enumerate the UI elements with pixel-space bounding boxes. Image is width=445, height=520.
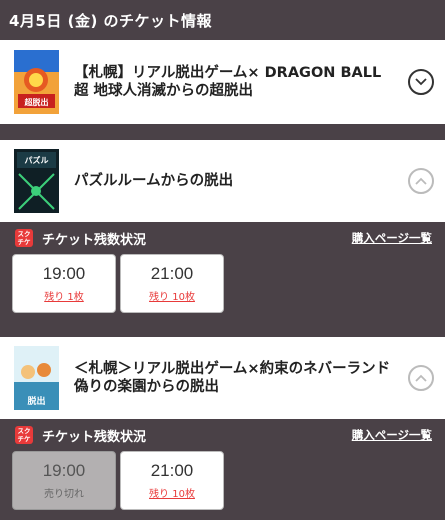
logo-text-bottom: チケ <box>17 435 31 443</box>
sukuchike-logo: スク チケ <box>15 426 33 444</box>
time-slot[interactable]: 21:00 残り 10枚 <box>120 254 224 313</box>
ticket-section-puzzle-room: スク チケ チケット残数状況 購入ページ一覧 19:00 残り 1枚 21:00… <box>0 222 445 337</box>
date-header-text: 4月5日 (金) のチケット情報 <box>9 11 213 30</box>
time-slots: 19:00 売り切れ 21:00 残り 10枚 <box>0 451 445 510</box>
slot-status: 売り切れ <box>44 489 84 500</box>
event-thumbnail: 超脱出 <box>14 50 59 114</box>
svg-text:脱出: 脱出 <box>27 395 45 407</box>
time-slot[interactable]: 19:00 残り 1枚 <box>12 254 116 313</box>
ticket-bar-left: スク チケ チケット残数状況 <box>15 426 146 445</box>
chevron-up-icon[interactable] <box>408 365 434 391</box>
event-row-dragonball[interactable]: 超脱出 【札幌】リアル脱出ゲーム× DRAGON BALL超 地球人消滅からの超… <box>0 40 445 124</box>
svg-text:超脱出: 超脱出 <box>24 97 49 107</box>
event-title[interactable]: ＜札幌＞リアル脱出ゲーム×約束のネバーランド 偽りの楽園からの脱出 <box>74 360 394 396</box>
slot-remaining[interactable]: 残り 1枚 <box>44 288 84 303</box>
ticket-bar: スク チケ チケット残数状況 購入ページ一覧 <box>0 222 445 254</box>
ticket-heading: チケット残数状況 <box>42 232 147 248</box>
date-header: 4月5日 (金) のチケット情報 <box>0 0 445 40</box>
slot-time: 21:00 <box>150 264 194 283</box>
ticket-bar-left: スク チケ チケット残数状況 <box>15 229 146 248</box>
ticket-bar: スク チケ チケット残数状況 購入ページ一覧 <box>0 419 445 451</box>
logo-text-bottom: チケ <box>17 238 31 246</box>
event-thumbnail: 脱出 <box>14 346 59 410</box>
ticket-section-neverland: スク チケ チケット残数状況 購入ページ一覧 19:00 売り切れ 21:00 … <box>0 419 445 510</box>
logo-text-top: スク <box>17 427 31 435</box>
event-row-puzzle-room[interactable]: パズル パズルルームからの脱出 <box>0 140 445 222</box>
event-title[interactable]: 【札幌】リアル脱出ゲーム× DRAGON BALL超 地球人消滅からの超脱出 <box>74 64 394 100</box>
time-slots: 19:00 残り 1枚 21:00 残り 10枚 <box>0 254 445 313</box>
event-thumbnail: パズル <box>14 149 59 213</box>
slot-time: 19:00 <box>42 264 86 283</box>
chevron-up-icon[interactable] <box>408 168 434 194</box>
time-slot[interactable]: 21:00 残り 10枚 <box>120 451 224 510</box>
purchase-page-link[interactable]: 購入ページ一覧 <box>352 427 432 443</box>
chevron-down-icon[interactable] <box>408 69 434 95</box>
logo-text-top: スク <box>17 230 31 238</box>
sukuchike-logo: スク チケ <box>15 229 33 247</box>
slot-time: 21:00 <box>150 461 194 480</box>
slot-remaining[interactable]: 残り 10枚 <box>149 288 195 303</box>
event-title[interactable]: パズルルームからの脱出 <box>74 172 394 190</box>
slot-time: 19:00 <box>42 461 86 480</box>
time-slot-sold-out: 19:00 売り切れ <box>12 451 116 510</box>
slot-remaining[interactable]: 残り 10枚 <box>149 485 195 500</box>
purchase-page-link[interactable]: 購入ページ一覧 <box>352 230 432 246</box>
svg-text:パズル: パズル <box>25 155 49 165</box>
event-row-neverland[interactable]: 脱出 ＜札幌＞リアル脱出ゲーム×約束のネバーランド 偽りの楽園からの脱出 <box>0 337 445 419</box>
ticket-heading: チケット残数状況 <box>42 429 147 445</box>
